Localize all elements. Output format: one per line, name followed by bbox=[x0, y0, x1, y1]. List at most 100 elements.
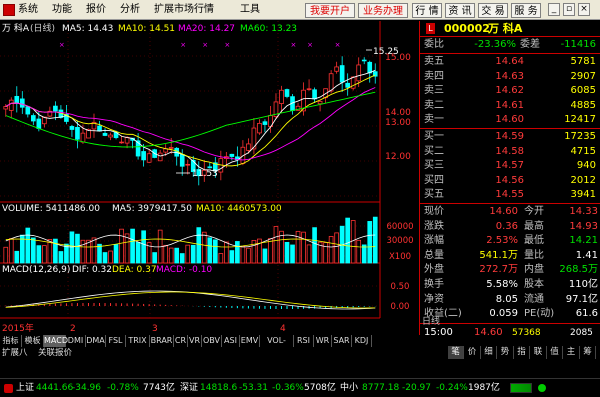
candle-body bbox=[312, 89, 317, 100]
indicator-tab[interactable]: ASI bbox=[222, 335, 240, 347]
divider bbox=[420, 203, 600, 204]
candle-body bbox=[69, 126, 75, 130]
tick-row[interactable]: 15:00 14.60 57368 2085 bbox=[420, 326, 600, 340]
volume-bar bbox=[135, 242, 141, 264]
event-marker-icon: × bbox=[307, 41, 313, 49]
quote-tab[interactable]: 联 bbox=[531, 346, 547, 359]
minimize-icon[interactable]: _ bbox=[548, 3, 560, 16]
candle-body bbox=[36, 118, 42, 129]
sz-change: -53.31 bbox=[239, 383, 269, 393]
candle-body bbox=[14, 95, 20, 104]
news-button[interactable]: 资 讯 bbox=[445, 3, 475, 18]
volume-bar bbox=[361, 244, 367, 264]
indicator-tab[interactable]: DMA bbox=[86, 335, 106, 347]
tab-ext-eight[interactable]: 扩展八 bbox=[2, 347, 28, 359]
volume-unit: X100 bbox=[389, 252, 411, 262]
volume-bar bbox=[80, 239, 86, 264]
indicator-tab[interactable]: EMV bbox=[240, 335, 260, 347]
buy-volume: 17235 bbox=[564, 131, 596, 142]
indicator-tab[interactable]: FSL bbox=[106, 335, 126, 347]
volume-bar bbox=[323, 242, 328, 264]
stat-row: 外盘 272.7万 内盘 268.5万 bbox=[420, 263, 600, 277]
kline-chart[interactable]: 万 科A (日线) MA5: 14.43 MA10: 14.51 MA20: 1… bbox=[0, 21, 420, 335]
sell-volume: 6085 bbox=[570, 85, 596, 97]
sell-level-row: 卖二 14.61 4885 bbox=[420, 99, 600, 113]
tab-related-quote[interactable]: 关联报价 bbox=[38, 347, 72, 359]
indicator-tab[interactable]: 指标 bbox=[0, 335, 22, 347]
candle-body bbox=[257, 122, 262, 134]
quote-tab[interactable]: 筹 bbox=[580, 346, 596, 359]
indicator-tab[interactable]: BRAR bbox=[150, 335, 174, 347]
indicator-tab[interactable]: WR bbox=[314, 335, 332, 347]
sh-index: 4441.66 bbox=[36, 383, 74, 393]
quote-tab[interactable]: 值 bbox=[547, 346, 563, 359]
macd-dif-label: DIF: 0.32 bbox=[72, 265, 112, 275]
volume-bar bbox=[163, 244, 169, 264]
sell-label: 卖二 bbox=[424, 99, 444, 111]
volume-bar bbox=[240, 245, 246, 264]
indicator-tab[interactable]: RSI bbox=[294, 335, 314, 347]
quote-tab[interactable]: 笔 bbox=[448, 346, 464, 359]
quote-tab[interactable]: 主 bbox=[564, 346, 580, 359]
volume-bar bbox=[201, 231, 207, 264]
menu-quote[interactable]: 报价 bbox=[86, 0, 106, 20]
quote-tab[interactable]: 细 bbox=[481, 346, 497, 359]
indicator-tab[interactable]: SAR bbox=[332, 335, 352, 347]
stock-code: 000002 bbox=[444, 22, 490, 35]
menu-function[interactable]: 功能 bbox=[52, 0, 72, 20]
stat-value: 97.1亿 bbox=[565, 293, 598, 305]
indicator-tab[interactable]: DMI bbox=[66, 335, 86, 347]
macd-value-label: MACD: -0.10 bbox=[156, 265, 212, 275]
buy-price: 14.56 bbox=[495, 174, 524, 186]
indicator-tab[interactable]: KDJ bbox=[352, 335, 372, 347]
service-button[interactable]: 服 务 bbox=[511, 3, 541, 18]
kline-chart-area[interactable]: 万 科A (日线) MA5: 14.43 MA10: 14.51 MA20: 1… bbox=[0, 21, 420, 335]
candle-body bbox=[356, 64, 362, 82]
ma20-line bbox=[5, 87, 376, 161]
quote-tab[interactable]: 势 bbox=[498, 346, 514, 359]
indicator-tab[interactable]: CR bbox=[174, 335, 188, 347]
market-button[interactable]: 行 情 bbox=[412, 3, 442, 18]
close-icon[interactable]: × bbox=[578, 3, 590, 16]
volume-bar bbox=[108, 250, 113, 264]
indicator-tab[interactable]: 模板 bbox=[22, 335, 44, 347]
indicator-tab[interactable]: MACD bbox=[44, 335, 68, 347]
buy-level-row: 买三 14.57 940 bbox=[420, 159, 600, 173]
volume-bar bbox=[69, 231, 75, 264]
stat-row: 总量 541.1万 量比 1.41 bbox=[420, 249, 600, 263]
candle-body bbox=[246, 143, 251, 151]
candle-body bbox=[75, 126, 80, 140]
date-label: 3 bbox=[152, 324, 158, 334]
buy-price: 14.57 bbox=[495, 160, 524, 172]
quote-tab[interactable]: 价 bbox=[465, 346, 481, 359]
volume-bar bbox=[119, 228, 124, 264]
volume-bar bbox=[345, 217, 350, 264]
quote-tab[interactable]: 指 bbox=[514, 346, 530, 359]
menu-system[interactable]: 系统 bbox=[18, 0, 38, 20]
extension-tab-bar: 扩展八 关联报价 bbox=[0, 347, 420, 359]
volume-bar bbox=[306, 244, 312, 264]
date-label: 2 bbox=[70, 324, 76, 334]
buy-level-row: 买四 14.56 2012 bbox=[420, 174, 600, 188]
menu-analysis[interactable]: 分析 bbox=[120, 0, 140, 20]
business-button[interactable]: 业务办理 bbox=[358, 3, 408, 18]
maximize-icon[interactable]: ▫ bbox=[563, 3, 575, 16]
buy-volume: 4715 bbox=[570, 145, 596, 157]
volume-bar bbox=[262, 248, 268, 264]
indicator-tab[interactable]: VR bbox=[188, 335, 202, 347]
indicator-tab[interactable]: OBV bbox=[202, 335, 222, 347]
indicator-tab[interactable]: TRIX bbox=[126, 335, 150, 347]
volume-bar bbox=[91, 237, 97, 264]
quote-title: L 000002 万 科A bbox=[420, 22, 600, 36]
open-account-button[interactable]: 我要开户 bbox=[305, 3, 355, 18]
menu-tools[interactable]: 工具 bbox=[240, 0, 260, 20]
sell-price: 14.62 bbox=[495, 85, 524, 97]
sell-level-row: 卖五 14.64 5781 bbox=[420, 55, 600, 69]
price-tick: 13.00 bbox=[385, 118, 411, 128]
indicator-tab[interactable]: VOL-TDX bbox=[260, 335, 294, 357]
volume-bar bbox=[185, 244, 191, 264]
menu-ext-market[interactable]: 扩展市场行情 bbox=[154, 0, 214, 20]
volume-bar bbox=[268, 238, 273, 264]
trade-button[interactable]: 交 易 bbox=[478, 3, 508, 18]
event-marker-icon: × bbox=[180, 41, 186, 49]
